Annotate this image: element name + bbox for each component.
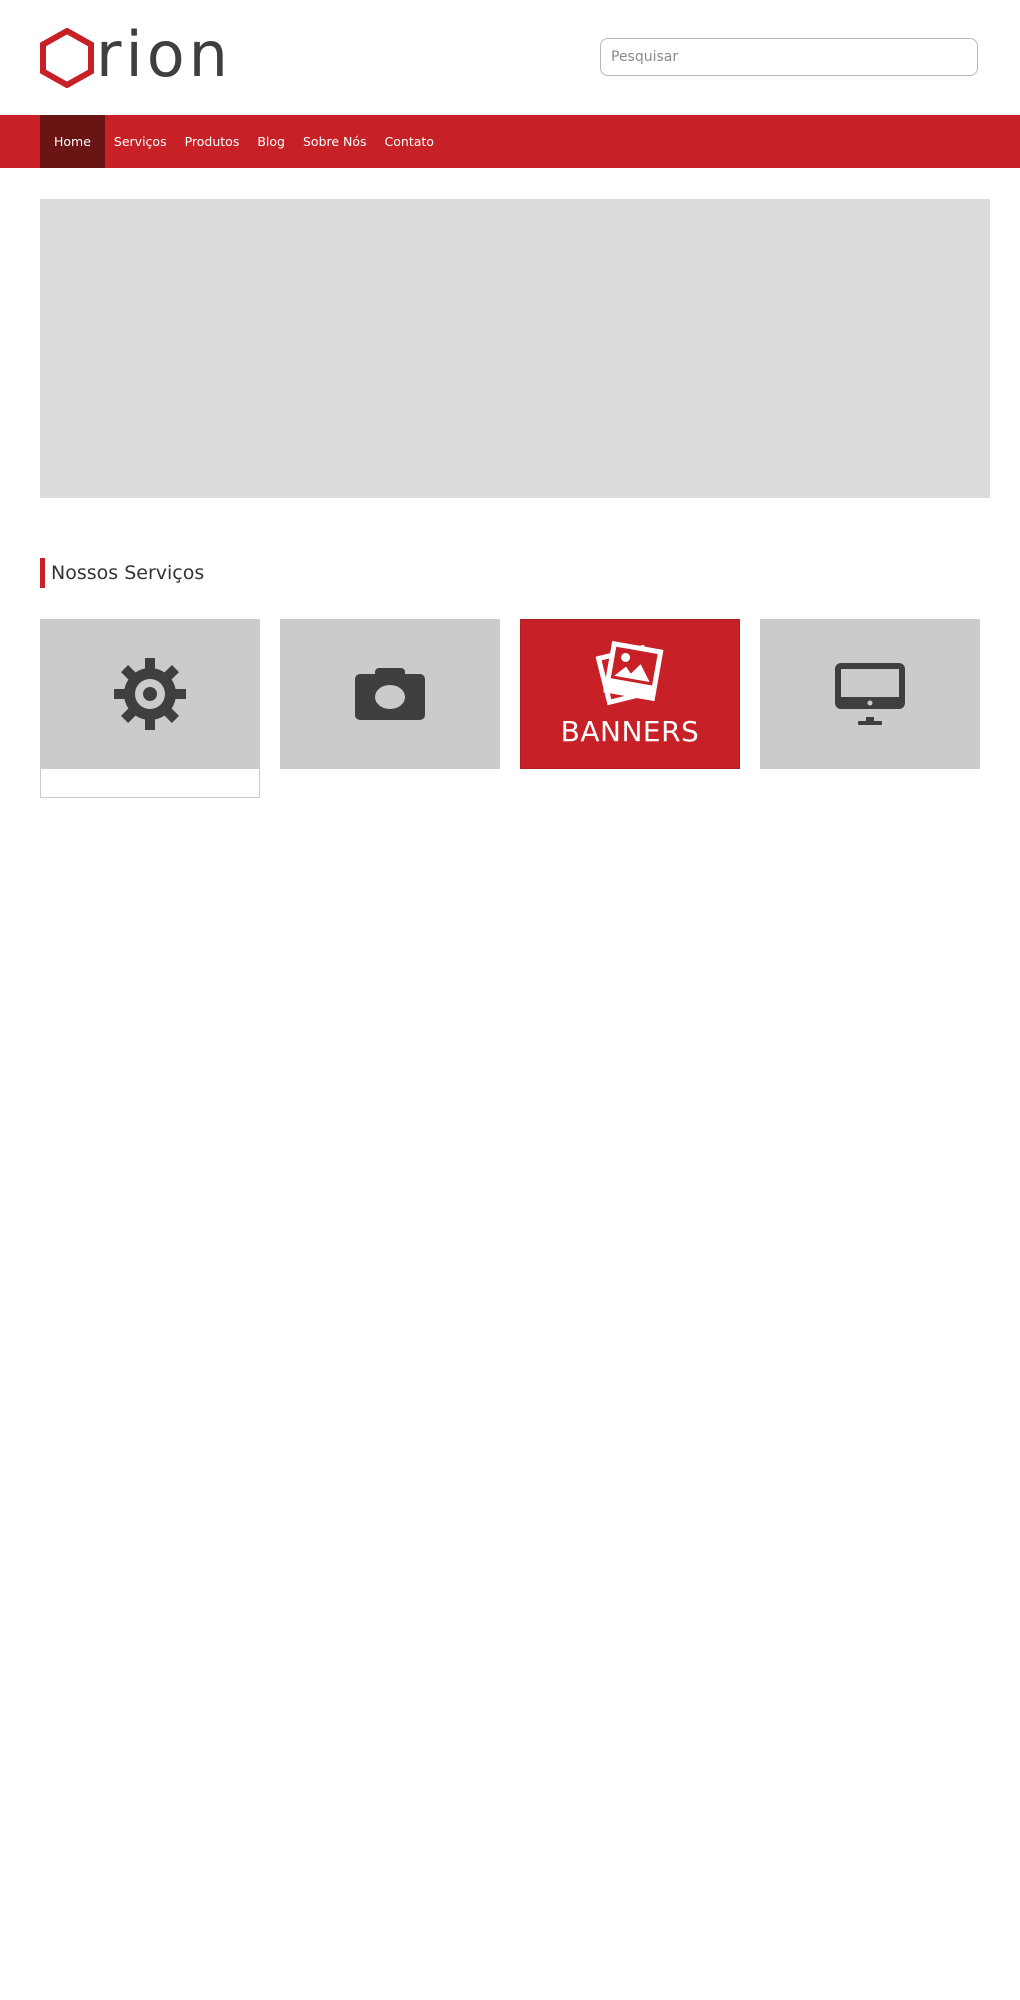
service-card-label: BANNERS: [560, 714, 700, 748]
service-card-banners[interactable]: BANNERS: [520, 619, 740, 769]
nav-item-produtos[interactable]: Produtos: [176, 115, 249, 168]
logo[interactable]: rion: [40, 18, 232, 91]
service-card-monitor[interactable]: [760, 619, 980, 769]
hexagon-logo-icon: [40, 28, 94, 88]
service-card-camera[interactable]: [280, 619, 500, 769]
images-icon: [595, 640, 664, 705]
service-card-gear[interactable]: [40, 619, 260, 769]
logo-text: rion: [96, 18, 232, 91]
camera-icon: [355, 668, 425, 720]
section-title-services: Nossos Serviços: [40, 558, 204, 588]
monitor-icon: [835, 663, 905, 725]
site-header: rion: [0, 0, 1020, 115]
nav-item-servicos[interactable]: Serviços: [105, 115, 176, 168]
gear-icon: [114, 658, 186, 730]
main-nav: Home Serviços Produtos Blog Sobre Nós Co…: [0, 115, 1020, 168]
nav-item-contato[interactable]: Contato: [376, 115, 443, 168]
search-input[interactable]: [600, 38, 978, 76]
nav-item-home[interactable]: Home: [40, 115, 105, 168]
service-card-caption: [40, 769, 260, 798]
nav-item-sobre-nos[interactable]: Sobre Nós: [294, 115, 376, 168]
hero-banner[interactable]: [40, 199, 990, 498]
nav-item-blog[interactable]: Blog: [248, 115, 294, 168]
